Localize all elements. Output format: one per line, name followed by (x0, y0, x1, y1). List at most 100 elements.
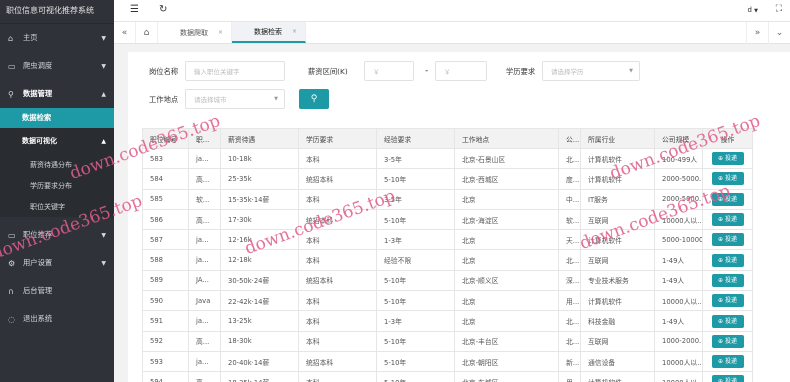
column-header[interactable]: 所属行业 (580, 128, 655, 149)
sidebar-item-logout[interactable]: ◌ 退出系统 (0, 305, 114, 333)
table-cell: 北京 (454, 249, 559, 271)
action-cell: ⊕ 投递 (702, 249, 753, 271)
close-icon[interactable]: × (292, 28, 297, 35)
sidebar-item-job-keywords[interactable]: 职位关键字 (0, 196, 114, 217)
tab-data-crawl[interactable]: 数据爬取 × (158, 22, 233, 43)
table-cell: 18-35k·14薪 (220, 371, 299, 382)
chevron-down-icon: ▼ (629, 68, 633, 74)
table-cell: 统招本科 (298, 350, 377, 373)
salary-min-input[interactable]: ￥ (364, 61, 414, 81)
table-cell: 新... (558, 350, 581, 373)
sidebar-item-home[interactable]: ⌂ 主页 ▼ (0, 24, 114, 52)
table-cell: 北... (558, 249, 581, 271)
table-cell: 软... (558, 208, 581, 231)
table-cell: 2000-5000... (654, 188, 703, 210)
table-cell: 589 (142, 269, 189, 292)
table-cell: 专业技术服务 (580, 269, 655, 292)
table-cell: Java (188, 290, 221, 312)
education-select[interactable]: 请选择学历 ▼ (542, 61, 640, 81)
apply-button[interactable]: ⊕ 投递 (711, 192, 744, 206)
table-cell: 北京-朝阳区 (454, 350, 559, 373)
apply-button[interactable]: ⊕ 投递 (711, 233, 744, 247)
action-cell: ⊕ 投递 (702, 290, 753, 312)
table-cell: 594 (142, 371, 189, 382)
column-header[interactable]: 公... (558, 128, 581, 149)
apply-button[interactable]: ⊕ 投递 (711, 355, 744, 369)
action-cell: ⊕ 投递 (702, 330, 753, 352)
column-header[interactable]: 职... (188, 128, 221, 149)
apply-button[interactable]: ⊕ 投递 (711, 273, 744, 287)
sidebar-item-data-visualization[interactable]: 数据可视化 ▲ (0, 128, 114, 154)
table-cell: 计算机软件 (580, 229, 655, 251)
search-button[interactable]: ⚲ (299, 89, 329, 109)
tabs-scroll-left-icon[interactable]: « (114, 22, 136, 43)
close-icon[interactable]: × (218, 29, 223, 36)
apply-button[interactable]: ⊕ 投递 (711, 314, 744, 328)
sidebar-item-data-management[interactable]: ⚲ 数据管理 ▲ (0, 80, 114, 108)
search-icon: ⚲ (310, 94, 318, 104)
salary-max-input[interactable]: ￥ (435, 61, 487, 81)
job-name-input[interactable]: 输入职位关键字 (185, 61, 285, 81)
apply-button[interactable]: ⊕ 投递 (711, 294, 744, 308)
table-cell: 北京-西城区 (454, 168, 559, 190)
location-placeholder: 请选择城市 (194, 96, 227, 104)
sidebar-item-job-recommendation[interactable]: ▭ 职位推荐 ▼ (0, 221, 114, 249)
table-row: 591 ja... 13-25k 本科 1-3年 北京 北... 科技金融 1-49人 ⊕ 投递 (142, 310, 753, 332)
table-row: 584 高... 25-35k 统招本科 5-10年 北京-西城区 度... 计算机软件 200… (142, 168, 753, 190)
table-cell: 北京 (454, 229, 559, 251)
apply-label: 投递 (724, 276, 737, 284)
caret-down-icon: ▼ (754, 8, 758, 14)
apply-label: 投递 (724, 358, 737, 366)
apply-button[interactable]: ⊕ 投递 (711, 375, 744, 382)
user-menu[interactable]: d ▼ (747, 6, 758, 14)
sidebar-item-label: 后台管理 (23, 286, 53, 295)
table-cell: IT服务 (580, 188, 655, 210)
caret-down-icon: ▼ (101, 34, 106, 42)
column-header[interactable]: 公司规模 (654, 128, 703, 149)
apply-button[interactable]: ⊕ 投递 (711, 334, 744, 348)
table-cell: ja... (188, 147, 221, 170)
sidebar-item-admin[interactable]: ∩ 后台管理 (0, 277, 114, 305)
tabs-menu-icon[interactable]: ⌄ (768, 22, 790, 44)
search-panel: 岗位名称 输入职位关键字 薪资区间(K) ￥ - ￥ 学历要求 请选择学历 ▼ … (128, 52, 790, 382)
location-select[interactable]: 请选择城市 ▼ (185, 89, 285, 109)
menu-toggle-icon[interactable]: ☰ (130, 4, 139, 15)
sidebar-item-label: 数据管理 (23, 89, 53, 98)
column-header[interactable]: 学历要求 (298, 128, 377, 149)
table-cell: 北京-丰台区 (454, 330, 559, 352)
action-cell: ⊕ 投递 (702, 350, 753, 373)
tab-data-search[interactable]: 数据检索 × (232, 22, 307, 43)
sidebar-item-user-settings[interactable]: ⚙ 用户设置 ▼ (0, 249, 114, 277)
apply-button[interactable]: ⊕ 投递 (711, 152, 744, 166)
table-cell: 经验不限 (376, 249, 455, 271)
sidebar-item-crawler[interactable]: ▭ 爬虫调度 ▼ (0, 52, 114, 80)
table-cell: 软... (188, 188, 221, 210)
table-cell: 17-30k (220, 208, 299, 231)
column-header[interactable]: 工作地点 (454, 128, 559, 149)
sidebar-item-salary-distribution[interactable]: 薪资待遇分布 (0, 154, 114, 175)
column-header: 操作 (702, 128, 753, 149)
table-cell: 天... (558, 229, 581, 251)
action-cell: ⊕ 投递 (702, 208, 753, 231)
apply-button[interactable]: ⊕ 投递 (711, 213, 744, 227)
table-cell: 585 (142, 188, 189, 210)
table-cell: 586 (142, 208, 189, 231)
action-cell: ⊕ 投递 (702, 188, 753, 210)
column-header[interactable]: 薪资待遇 (220, 128, 299, 149)
column-header[interactable]: 经验要求 (376, 128, 455, 149)
table-row: 587 ja... 12-16k 本科 1-3年 北京 天... 计算机软件 5000-1000… (142, 229, 753, 251)
tab-home-icon[interactable]: ⌂ (136, 22, 158, 43)
table-cell: 高... (188, 168, 221, 190)
column-header[interactable]: 职位编号 (142, 128, 189, 149)
sidebar-item-education-distribution[interactable]: 学历要求分布 (0, 175, 114, 196)
table-cell: 通信设备 (580, 350, 655, 373)
apply-button[interactable]: ⊕ 投递 (711, 253, 744, 267)
fullscreen-icon[interactable]: ⛶ (776, 4, 782, 14)
table-cell: 10-18k (220, 147, 299, 170)
chevron-down-icon: ▼ (274, 96, 278, 102)
sidebar-item-data-search[interactable]: 数据检索 (0, 108, 114, 128)
job-name-placeholder: 输入职位关键字 (194, 68, 240, 76)
refresh-icon[interactable]: ↻ (159, 4, 167, 15)
apply-button[interactable]: ⊕ 投递 (711, 172, 744, 186)
tabs-scroll-right-icon[interactable]: » (746, 22, 768, 44)
